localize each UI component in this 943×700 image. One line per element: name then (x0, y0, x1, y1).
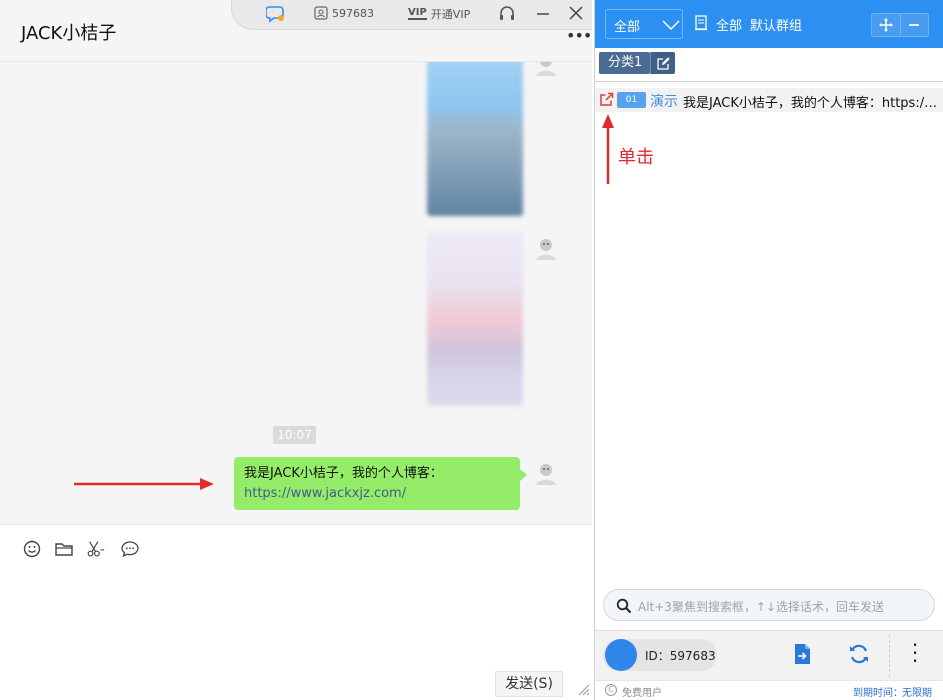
edit-category-icon[interactable] (650, 52, 675, 74)
folder-icon[interactable] (54, 539, 74, 559)
message-link[interactable]: https://www.jackxjz.com/ (244, 486, 406, 501)
message-bubble[interactable]: 我是JACK小桔子，我的个人博客： https://www.jackxjz.com… (234, 457, 527, 510)
more-menu-icon[interactable]: · · · (907, 635, 923, 671)
time-divider: 10:07 (273, 426, 316, 444)
chat-window: JACK小桔子 ••• 597683 VIP 开通VIP 10:07 我是JAC… (0, 0, 592, 700)
resize-grip-icon[interactable] (576, 682, 590, 696)
panel-toolbar: 全部 全部 默认群组 (595, 0, 943, 48)
send-script-icon[interactable] (599, 92, 614, 107)
user-type: 免费用户 (622, 688, 662, 699)
chat-history-icon[interactable] (120, 539, 140, 559)
document-icon (695, 15, 707, 31)
scope-all-label[interactable]: 全部 (716, 15, 742, 34)
vip-label: 开通VIP (430, 8, 471, 21)
copyright-icon: C (605, 684, 617, 696)
avatar (605, 639, 637, 671)
script-panel: 全部 全部 默认群组 分类1 01 演示 我是JACK小桔子，我的个人博客：ht… (594, 0, 943, 700)
scissors-icon[interactable] (86, 539, 106, 559)
avatar[interactable] (533, 62, 559, 78)
script-item[interactable]: 01 演示 我是JACK小桔子，我的个人博客：https://www.jackx… (595, 88, 943, 112)
script-number-badge: 01 (617, 92, 646, 108)
annotation-arrow-right (74, 478, 214, 490)
vip-button[interactable]: VIP 开通VIP (408, 6, 470, 22)
avatar[interactable] (533, 236, 559, 262)
expire-value: 无限期 (902, 688, 932, 699)
default-group-label[interactable]: 默认群组 (750, 15, 802, 34)
script-tag: 演示 (650, 94, 678, 110)
blurred-image-message[interactable] (427, 62, 523, 216)
click-annotation: 单击 (618, 147, 654, 168)
annotation-arrow-up (602, 114, 614, 184)
script-text: 我是JACK小桔子，我的个人博客：https://www.jackxjz.com… (683, 96, 941, 111)
script-search-input[interactable]: Alt+3聚焦到搜索框，↑↓选择话术，回车发送 (603, 589, 935, 621)
import-file-icon[interactable] (790, 642, 814, 666)
minimize-icon[interactable] (535, 4, 551, 22)
tab-category-1[interactable]: 分类1 (599, 52, 650, 74)
search-icon (616, 598, 632, 614)
close-icon[interactable] (568, 5, 584, 21)
user-account[interactable]: ID：597683 (603, 639, 717, 671)
avatar[interactable] (533, 461, 559, 487)
message-text: 我是JACK小桔子，我的个人博客： (244, 466, 443, 481)
divider (889, 635, 890, 677)
emoji-icon[interactable] (22, 539, 42, 559)
user-card-icon (314, 6, 328, 20)
scope-select[interactable]: 全部 (605, 9, 683, 39)
scope-select-value: 全部 (614, 20, 641, 35)
minimize-panel-icon[interactable] (899, 14, 928, 36)
user-id: ID：597683 (645, 649, 716, 663)
account-badge[interactable]: 597683 (314, 6, 374, 20)
category-bar: 分类1 (595, 48, 943, 82)
vip-icon: VIP (408, 7, 427, 20)
account-id: 597683 (332, 6, 374, 20)
panel-footer: ID：597683 · · · (595, 630, 943, 680)
send-button[interactable]: 发送(S) (495, 671, 563, 697)
expire-label: 到期时间： (853, 688, 903, 699)
message-list[interactable]: 10:07 我是JACK小桔子，我的个人博客： https://www.jackx… (0, 62, 592, 524)
window-controls (871, 13, 929, 37)
chevron-down-icon (662, 20, 680, 31)
floating-toolbar: 597683 VIP 开通VIP (231, 0, 592, 30)
chat-title: JACK小桔子 (21, 23, 117, 44)
status-bar: C 免费用户 到期时间： 无限期 (595, 680, 943, 700)
move-icon[interactable] (872, 14, 900, 36)
chat-bubble-icon[interactable] (266, 5, 286, 23)
message-input-area[interactable]: 发送(S) (0, 524, 592, 700)
search-placeholder: Alt+3聚焦到搜索框，↑↓选择话术，回车发送 (638, 600, 885, 614)
refresh-icon[interactable] (847, 642, 871, 666)
blurred-image-message[interactable] (427, 232, 523, 406)
headset-icon[interactable] (498, 5, 516, 23)
